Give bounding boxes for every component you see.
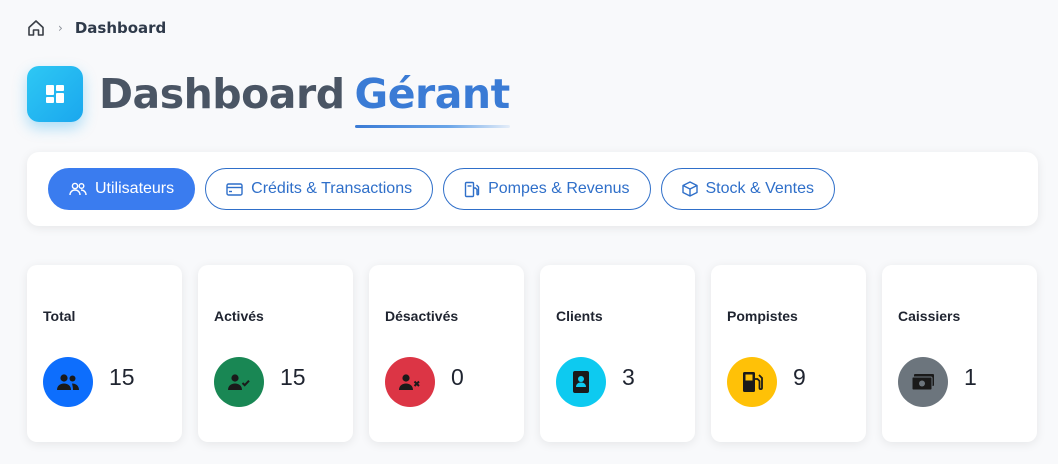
tab-label: Pompes & Revenus	[488, 180, 630, 197]
stat-label: Activés	[214, 308, 264, 324]
page-title-main: Dashboard	[99, 70, 345, 118]
fuel-pump-icon	[727, 357, 777, 407]
breadcrumb: › Dashboard	[26, 18, 166, 38]
tabs-panel: Utilisateurs Crédits & Transactions Pomp…	[27, 152, 1038, 226]
tab-label: Utilisateurs	[95, 180, 175, 197]
stat-card-actives: Activés 15	[198, 265, 353, 442]
user-x-icon	[385, 357, 435, 407]
home-icon[interactable]	[26, 18, 46, 38]
contact-book-icon	[556, 357, 606, 407]
stat-label: Pompistes	[727, 308, 798, 324]
fuel-pump-icon	[464, 181, 480, 197]
tab-stock-ventes[interactable]: Stock & Ventes	[660, 168, 836, 210]
breadcrumb-separator: ›	[58, 21, 63, 35]
box-icon	[681, 181, 698, 197]
page-title-accent: Gérant	[354, 66, 510, 128]
stat-label: Total	[43, 308, 76, 324]
tab-label: Crédits & Transactions	[251, 180, 413, 197]
stat-card-desactives: Désactivés 0	[369, 265, 524, 442]
stat-value: 15	[280, 364, 306, 390]
stat-value: 1	[964, 364, 977, 390]
stat-value: 3	[622, 364, 635, 390]
user-check-icon	[214, 357, 264, 407]
breadcrumb-current: Dashboard	[74, 19, 167, 37]
tab-pompes-revenus[interactable]: Pompes & Revenus	[443, 168, 651, 210]
tab-bar: Utilisateurs Crédits & Transactions Pomp…	[48, 168, 836, 210]
stat-label: Désactivés	[385, 308, 459, 324]
tab-utilisateurs[interactable]: Utilisateurs	[48, 168, 196, 210]
dashboard-grid-icon	[27, 66, 83, 122]
page-title: Dashboard Gérant	[99, 66, 510, 128]
stats-cards: Total 15 Activés 15 Désactivés 0 Clients…	[27, 265, 1037, 442]
cash-icon	[898, 357, 948, 407]
stat-card-caissiers: Caissiers 1	[882, 265, 1037, 442]
page-header: Dashboard Gérant	[27, 66, 510, 128]
stat-label: Clients	[556, 308, 603, 324]
stat-card-clients: Clients 3	[540, 265, 695, 442]
stat-value: 0	[451, 364, 464, 390]
stat-value: 9	[793, 364, 806, 390]
users-icon	[69, 182, 87, 196]
stat-card-pompistes: Pompistes 9	[711, 265, 866, 442]
credit-card-icon	[226, 182, 243, 196]
stat-value: 15	[109, 364, 135, 390]
tab-label: Stock & Ventes	[705, 180, 815, 197]
users-icon	[43, 357, 93, 407]
tab-credits-transactions[interactable]: Crédits & Transactions	[205, 168, 434, 210]
stat-label: Caissiers	[898, 308, 961, 324]
stat-card-total: Total 15	[27, 265, 182, 442]
